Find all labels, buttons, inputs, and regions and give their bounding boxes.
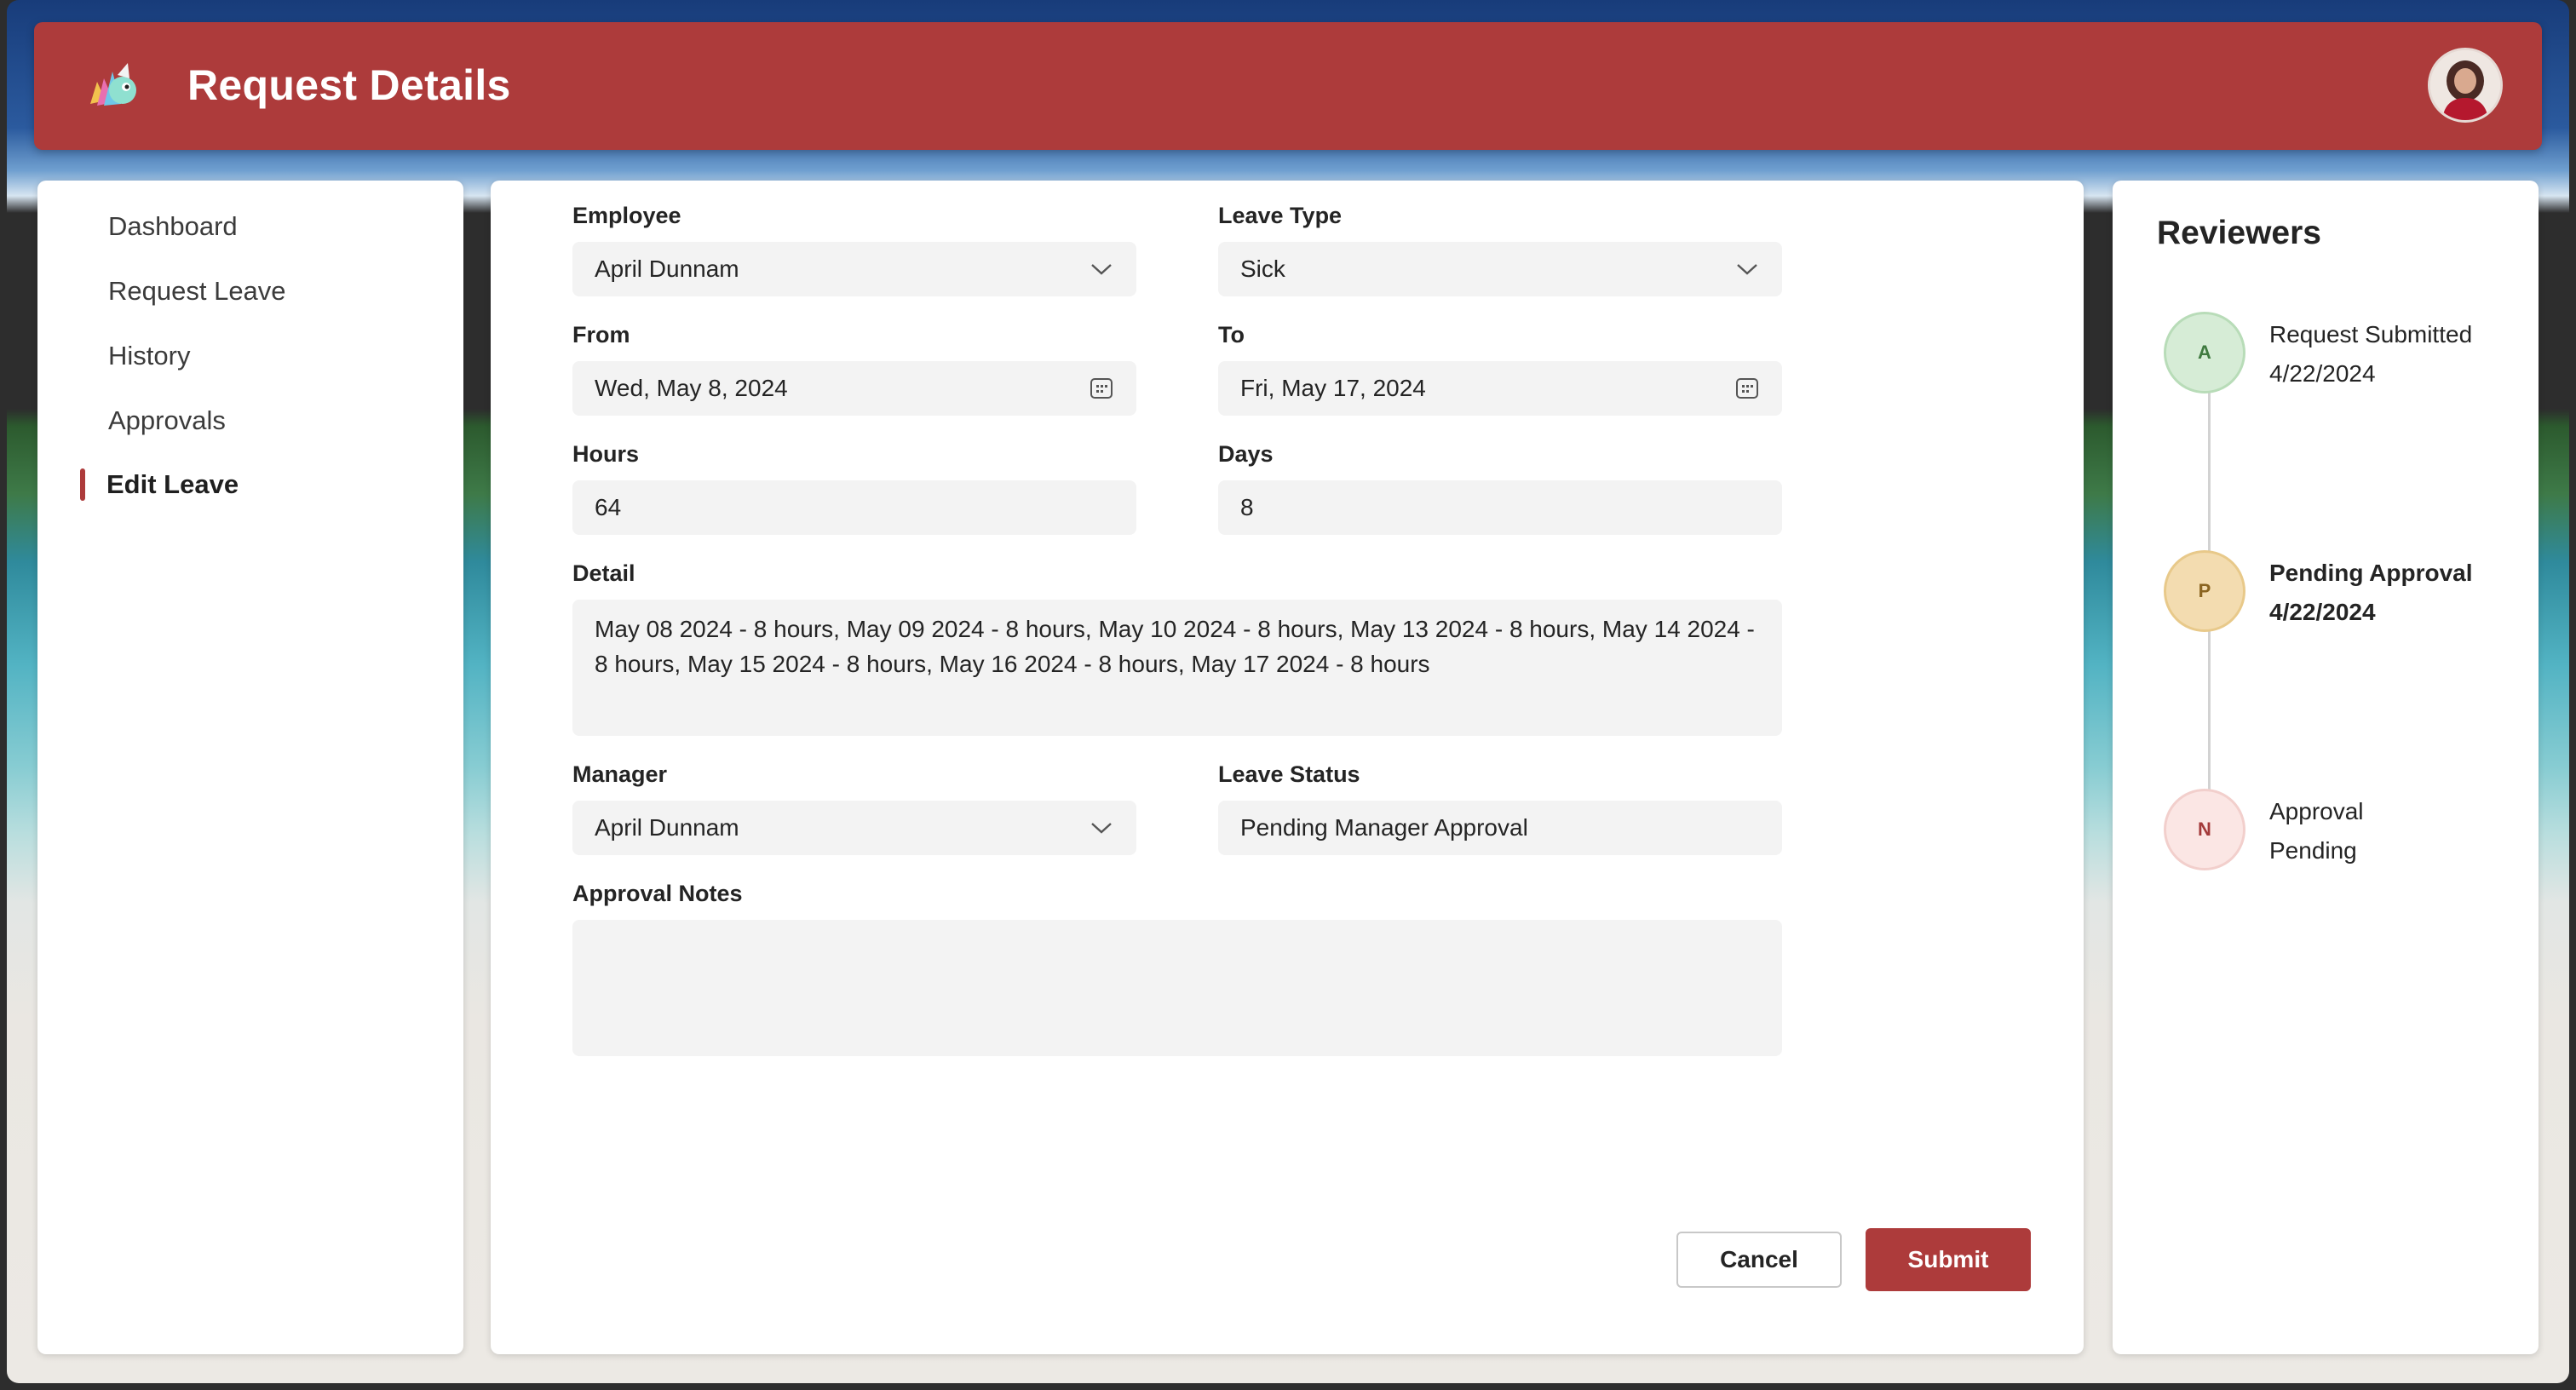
manager-dropdown[interactable]: April Dunnam [572, 801, 1136, 855]
sidebar-nav: Dashboard Request Leave History Approval… [37, 181, 463, 1354]
chevron-down-icon [1089, 815, 1114, 841]
manager-value: April Dunnam [595, 814, 739, 841]
leave-status-value: Pending Manager Approval [1240, 814, 1528, 841]
reviewer-step-3-date: Pending [2269, 837, 2357, 864]
manager-label: Manager [572, 761, 668, 787]
reviewer-step-2-date: 4/22/2024 [2269, 599, 2376, 625]
sidebar-item-request-leave[interactable]: Request Leave [108, 267, 286, 315]
from-date-picker[interactable]: Wed, May 8, 2024 [572, 361, 1136, 416]
user-avatar[interactable] [2428, 48, 2503, 123]
to-date-value: Fri, May 17, 2024 [1240, 375, 1426, 401]
days-input[interactable]: 8 [1218, 480, 1782, 535]
reviewer-step-1-date: 4/22/2024 [2269, 360, 2376, 387]
sidebar-item-approvals[interactable]: Approvals [108, 397, 226, 445]
calendar-icon[interactable] [1089, 376, 1114, 401]
reviewers-panel: Reviewers A Request Submitted 4/22/2024 … [2113, 181, 2539, 1354]
detail-value: May 08 2024 - 8 hours, May 09 2024 - 8 h… [595, 616, 1755, 677]
calendar-icon[interactable] [1734, 376, 1760, 401]
sidebar-item-dashboard[interactable]: Dashboard [108, 203, 238, 250]
employee-label: Employee [572, 203, 681, 228]
sidebar-item-history[interactable]: History [108, 332, 190, 380]
reviewer-avatar-n[interactable]: N [2164, 789, 2245, 870]
reviewer-step-2-status: Pending Approval [2269, 560, 2473, 586]
app-logo-icon [78, 56, 147, 124]
chevron-down-icon [1089, 256, 1114, 282]
reviewer-step-2: Pending Approval 4/22/2024 [2269, 554, 2516, 632]
reviewer-avatar-p[interactable]: P [2164, 550, 2245, 632]
days-value: 8 [1240, 494, 1254, 520]
page-title: Request Details [187, 61, 511, 109]
hours-input[interactable]: 64 [572, 480, 1136, 535]
hours-label: Hours [572, 441, 640, 467]
leave-type-dropdown[interactable]: Sick [1218, 242, 1782, 296]
approval-notes-textarea[interactable] [572, 920, 1782, 1056]
sidebar-item-edit-leave[interactable]: Edit Leave [106, 461, 239, 508]
leave-status-field[interactable]: Pending Manager Approval [1218, 801, 1782, 855]
approval-notes-label: Approval Notes [572, 881, 743, 906]
detail-textarea[interactable]: May 08 2024 - 8 hours, May 09 2024 - 8 h… [572, 600, 1782, 736]
to-label: To [1218, 322, 1245, 348]
leave-type-value: Sick [1240, 256, 1285, 282]
hours-value: 64 [595, 494, 622, 520]
cancel-button[interactable]: Cancel [1676, 1232, 1842, 1288]
header-bar: Request Details [34, 22, 2542, 150]
reviewer-step-1: Request Submitted 4/22/2024 [2269, 315, 2516, 393]
active-nav-indicator [80, 468, 85, 501]
submit-button[interactable]: Submit [1866, 1228, 2031, 1291]
reviewer-avatar-a[interactable]: A [2164, 312, 2245, 393]
from-date-value: Wed, May 8, 2024 [595, 375, 788, 401]
reviewer-step-1-status: Request Submitted [2269, 321, 2473, 348]
leave-type-label: Leave Type [1218, 203, 1343, 228]
employee-dropdown[interactable]: April Dunnam [572, 242, 1136, 296]
app-window: Request Details Dashboard Request Leave … [7, 0, 2569, 1383]
reviewer-step-3-status: Approval [2269, 798, 2364, 824]
employee-value: April Dunnam [595, 256, 739, 282]
reviewers-title: Reviewers [2157, 215, 2321, 251]
detail-label: Detail [572, 560, 635, 586]
chevron-down-icon [1734, 256, 1760, 282]
to-date-picker[interactable]: Fri, May 17, 2024 [1218, 361, 1782, 416]
from-label: From [572, 322, 630, 348]
request-form-panel: Employee April Dunnam Leave Type Sick Fr… [491, 181, 2084, 1354]
days-label: Days [1218, 441, 1274, 467]
reviewer-step-3: Approval Pending [2269, 792, 2516, 870]
leave-status-label: Leave Status [1218, 761, 1360, 787]
